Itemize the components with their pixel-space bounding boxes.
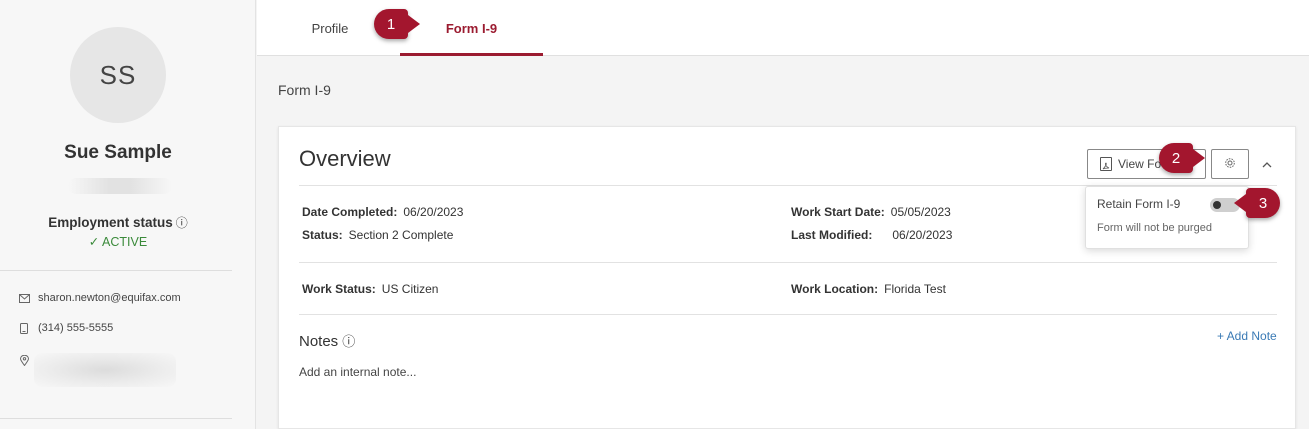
phone-icon <box>18 322 30 334</box>
card-divider <box>299 262 1277 263</box>
callout-marker-1: 1 <box>374 9 420 39</box>
tab-profile[interactable]: Profile <box>285 0 375 56</box>
settings-button[interactable] <box>1211 149 1249 179</box>
field-label: Date Completed: <box>302 205 398 219</box>
date-completed-field: Date Completed: 06/20/2023 <box>302 205 463 219</box>
field-label: Work Location: <box>791 282 879 296</box>
chevron-up-icon <box>1262 157 1272 171</box>
field-label: Last Modified: <box>791 228 873 242</box>
employment-status-label: Employment status ⓘ <box>0 214 236 231</box>
pdf-icon <box>1100 157 1112 171</box>
overview-card: Overview View Fo Date Completed: 06/20/20… <box>278 126 1296 429</box>
notes-heading: Notes ⓘ <box>299 331 355 350</box>
mail-icon <box>18 292 30 304</box>
field-value: 06/20/2023 <box>892 228 953 242</box>
avatar: SS <box>70 27 166 123</box>
contact-phone[interactable]: (314) 555-5555 <box>18 322 113 334</box>
info-icon[interactable]: ⓘ <box>342 334 355 349</box>
work-status-field: Work Status: US Citizen <box>302 282 438 296</box>
sidebar-divider <box>0 270 232 271</box>
gear-icon <box>1224 157 1236 172</box>
employment-status-text: Employment status <box>48 215 173 230</box>
field-label: Status: <box>302 228 343 242</box>
callout-marker-2: 2 <box>1159 143 1205 173</box>
employment-status-value: ✓ ACTIVE <box>88 235 148 249</box>
redacted-address <box>34 353 176 387</box>
callout-marker-3: 3 <box>1234 188 1280 218</box>
field-value: US Citizen <box>381 282 439 296</box>
notes-placeholder: Add an internal note... <box>299 365 417 379</box>
card-divider <box>299 314 1277 315</box>
tab-form-i9[interactable]: Form I-9 <box>400 0 543 56</box>
info-icon[interactable]: ⓘ <box>176 216 188 230</box>
sidebar-divider <box>0 418 232 419</box>
active-tab-indicator <box>400 53 543 56</box>
field-value: 06/20/2023 <box>403 205 464 219</box>
last-modified-field: Last Modified: 06/20/2023 <box>791 228 952 242</box>
overview-title: Overview <box>299 146 391 171</box>
redacted-field <box>68 178 172 194</box>
work-start-date-field: Work Start Date: 05/05/2023 <box>791 205 951 219</box>
collapse-button[interactable] <box>1257 151 1277 177</box>
toggle-knob <box>1213 201 1221 209</box>
retain-form-hint: Form will not be purged <box>1097 222 1212 234</box>
retain-form-label: Retain Form I-9 <box>1097 197 1181 211</box>
profile-sidebar: SS Sue Sample Employment status ⓘ ✓ ACTIV… <box>0 0 256 429</box>
tab-form-i9-label: Form I-9 <box>445 20 498 36</box>
field-label: Work Status: <box>302 282 376 296</box>
notes-title-text: Notes <box>299 333 339 350</box>
field-value: Section 2 Complete <box>348 228 454 242</box>
callout-number: 2 <box>1171 149 1181 167</box>
view-form-label: View Fo <box>1118 157 1162 171</box>
callout-number: 3 <box>1258 194 1268 212</box>
email-text: sharon.newton@equifax.com <box>38 292 181 304</box>
settings-popover: Retain Form I-9 Form will not be purged <box>1085 186 1249 249</box>
page-title: Form I-9 <box>278 82 331 98</box>
phone-text: (314) 555-5555 <box>38 322 114 334</box>
work-location-field: Work Location: Florida Test <box>791 282 946 296</box>
field-value: Florida Test <box>884 282 946 296</box>
field-label: Work Start Date: <box>791 205 885 219</box>
field-value: 05/05/2023 <box>890 205 951 219</box>
add-note-link[interactable]: + Add Note <box>1217 329 1277 343</box>
location-pin-icon <box>18 354 30 366</box>
user-name: Sue Sample <box>64 142 172 163</box>
contact-email[interactable]: sharon.newton@equifax.com <box>18 292 181 304</box>
status-field: Status: Section 2 Complete <box>302 228 453 242</box>
callout-number: 1 <box>386 15 396 33</box>
